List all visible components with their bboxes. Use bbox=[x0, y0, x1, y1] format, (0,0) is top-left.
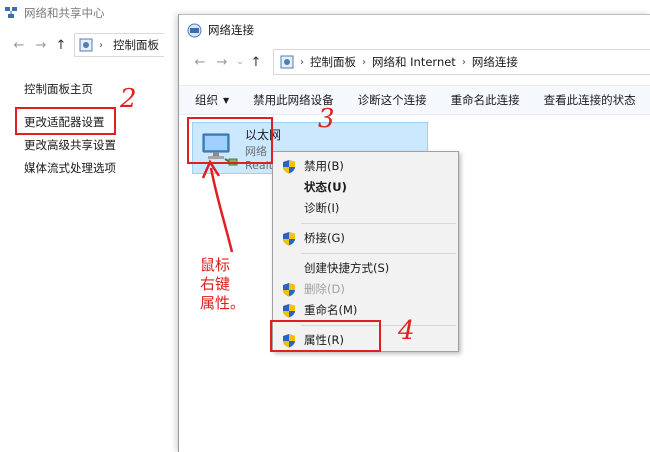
fg-nav-bar: ← → ⌄ ↑ › 控制面板 › 网络和 Internet › 网络连接 bbox=[179, 45, 650, 79]
menu-item-label: 禁用(B) bbox=[304, 159, 344, 173]
bg-address-crumb[interactable]: 控制面板 bbox=[113, 37, 159, 53]
back-arrow-icon[interactable]: ← bbox=[8, 38, 30, 53]
chevron-right-icon: › bbox=[300, 56, 304, 68]
menu-item-create-shortcut[interactable]: 创建快捷方式(S) bbox=[273, 258, 458, 279]
menu-item-status[interactable]: 状态(U) bbox=[273, 177, 458, 198]
control-panel-icon bbox=[79, 38, 93, 52]
annotation-step-2: 2 bbox=[120, 84, 137, 114]
annotation-box-adapter-settings bbox=[15, 107, 116, 135]
menu-item-label: 诊断(I) bbox=[304, 201, 340, 215]
fg-titlebar: 网络连接 bbox=[179, 15, 650, 45]
bg-address-bar[interactable]: › 控制面板 bbox=[74, 33, 164, 57]
menu-item-label: 状态(U) bbox=[304, 180, 347, 194]
uac-shield-icon bbox=[283, 283, 295, 297]
uac-shield-icon bbox=[283, 232, 295, 246]
network-connections-icon bbox=[187, 23, 202, 37]
menu-item-label: 桥接(G) bbox=[304, 231, 345, 245]
up-arrow-icon[interactable]: ↑ bbox=[247, 55, 265, 70]
uac-shield-icon bbox=[283, 160, 295, 174]
menu-item-rename[interactable]: 重命名(M) bbox=[273, 300, 458, 321]
organize-menu-button[interactable]: 组织 ▼ bbox=[195, 92, 229, 108]
menu-separator bbox=[301, 223, 456, 224]
view-status-button[interactable]: 查看此连接的状态 bbox=[544, 92, 636, 108]
breadcrumb-network-connections[interactable]: 网络连接 bbox=[472, 54, 518, 70]
rename-button[interactable]: 重命名此连接 bbox=[451, 92, 520, 108]
fg-address-bar[interactable]: › 控制面板 › 网络和 Internet › 网络连接 bbox=[273, 49, 650, 75]
menu-item-bridge[interactable]: 桥接(G) bbox=[273, 228, 458, 249]
annotation-box-ethernet bbox=[187, 117, 273, 164]
chevron-right-icon: › bbox=[99, 39, 103, 51]
back-arrow-icon[interactable]: ← bbox=[189, 55, 211, 70]
breadcrumb-control-panel[interactable]: 控制面板 bbox=[310, 54, 356, 70]
left-link-control-panel-home[interactable]: 控制面板主页 bbox=[24, 78, 174, 101]
menu-item-diagnose[interactable]: 诊断(I) bbox=[273, 198, 458, 219]
up-arrow-icon[interactable]: ↑ bbox=[52, 38, 70, 53]
chevron-right-icon: › bbox=[362, 56, 366, 68]
dropdown-chevron-icon[interactable]: ⌄ bbox=[233, 57, 247, 67]
annotation-step-3: 3 bbox=[318, 104, 335, 134]
chevron-right-icon: › bbox=[461, 56, 466, 68]
menu-item-label: 创建快捷方式(S) bbox=[304, 261, 390, 275]
annotation-box-properties bbox=[270, 320, 381, 352]
menu-item-delete: 删除(D) bbox=[273, 279, 458, 300]
control-panel-icon bbox=[280, 55, 294, 69]
network-icon bbox=[5, 7, 17, 18]
uac-shield-icon bbox=[283, 304, 295, 318]
command-toolbar: 组织 ▼ 禁用此网络设备 诊断这个连接 重命名此连接 查看此连接的状态 bbox=[179, 85, 650, 115]
caret-down-icon: ▼ bbox=[223, 95, 230, 105]
menu-item-label: 重命名(M) bbox=[304, 303, 358, 317]
organize-label: 组织 bbox=[195, 93, 218, 107]
breadcrumb-network-internet[interactable]: 网络和 Internet bbox=[372, 54, 456, 70]
left-link-media-streaming[interactable]: 媒体流式处理选项 bbox=[24, 157, 174, 180]
menu-item-label: 删除(D) bbox=[304, 282, 345, 296]
left-link-change-advanced-sharing[interactable]: 更改高级共享设置 bbox=[24, 134, 174, 157]
menu-item-disable[interactable]: 禁用(B) bbox=[273, 156, 458, 177]
menu-separator bbox=[301, 253, 456, 254]
diagnose-button[interactable]: 诊断这个连接 bbox=[358, 92, 427, 108]
forward-arrow-icon[interactable]: → bbox=[30, 38, 52, 53]
annotation-note: 鼠标 右键 属性。 bbox=[200, 256, 246, 312]
bg-nav-bar: ← → ↑ › 控制面板 bbox=[0, 30, 180, 60]
forward-arrow-icon[interactable]: → bbox=[211, 55, 233, 70]
annotation-step-4: 4 bbox=[398, 316, 415, 346]
fg-window-title: 网络连接 bbox=[208, 23, 254, 37]
bg-window-title: 网络和共享中心 bbox=[24, 6, 105, 20]
